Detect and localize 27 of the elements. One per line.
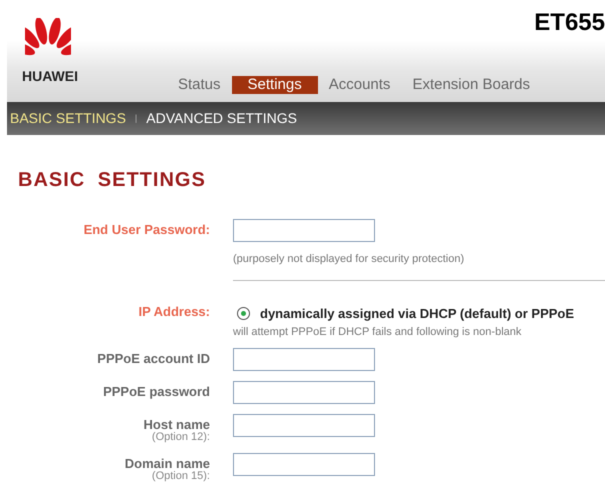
- field-label: End User Password:: [84, 222, 210, 237]
- field-label: PPPoE password: [103, 384, 210, 398]
- field-label: Host name: [144, 416, 210, 432]
- text-field[interactable]: [233, 452, 375, 476]
- subnav-link[interactable]: BASIC SETTINGS: [10, 108, 126, 129]
- field-label: IP Address:: [138, 304, 210, 318]
- page-heading: BASIC SETTINGS: [18, 168, 207, 193]
- nav-tab[interactable]: Accounts: [318, 76, 402, 94]
- hint-text: will attempt PPPoE if DHCP fails and following is non-blank: [233, 325, 522, 340]
- radio-label: dynamically assigned via DHCP (default) or PPPoE: [260, 304, 574, 323]
- text-field[interactable]: [233, 380, 375, 404]
- text-field[interactable]: [233, 414, 375, 436]
- subnav-link[interactable]: ADVANCED SETTINGS: [146, 108, 297, 129]
- field-label: Domain name: [124, 456, 210, 470]
- separator: |: [134, 112, 138, 125]
- field-label: PPPoE account ID: [97, 350, 210, 366]
- text-field[interactable]: [233, 219, 375, 242]
- text-field[interactable]: [233, 348, 375, 370]
- radio-button[interactable]: [237, 306, 250, 320]
- nav-tab[interactable]: Extension Boards: [401, 76, 542, 94]
- field-sublabel: (Option 15):: [152, 470, 210, 482]
- logo-text: HUAWEI: [22, 67, 78, 86]
- hint-text: (purposely not displayed for security protection): [233, 252, 466, 267]
- nav-tab[interactable]: Status: [167, 76, 232, 94]
- nav-tab[interactable]: Settings: [232, 76, 318, 94]
- model-name: ET655: [534, 8, 605, 38]
- field-sublabel: (Option 12):: [152, 432, 210, 442]
